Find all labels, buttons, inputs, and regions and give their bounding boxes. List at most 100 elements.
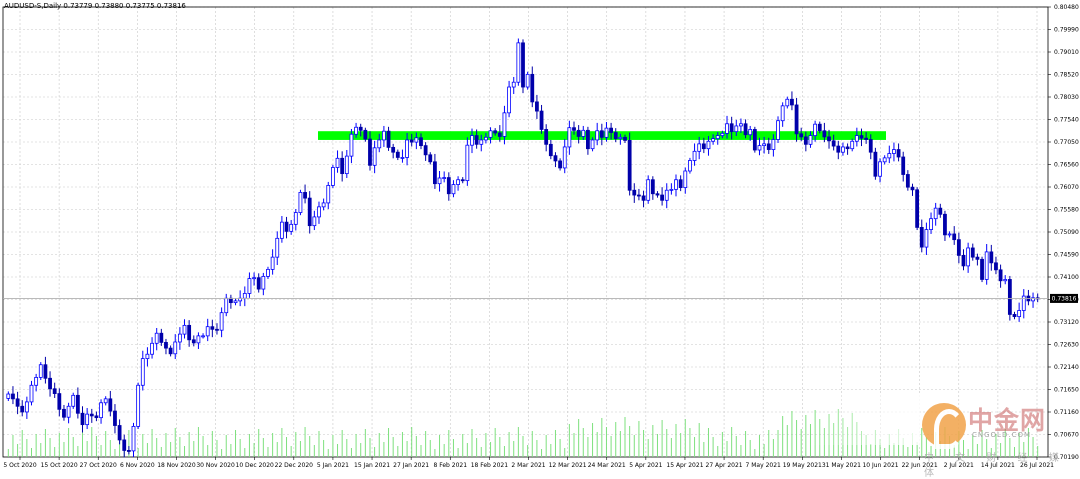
chart-area[interactable]: 0.80480 0.79990 0.79010 0.78520 0.78030 0.775… [0,0,1080,479]
candle-body [771,139,776,150]
candle-body [892,149,896,154]
candle-body [289,223,294,232]
candle-body [938,207,943,215]
candle-body [627,139,632,191]
candle-body [521,42,525,88]
candle-body [725,123,729,134]
candle-body [89,413,94,417]
candle-body [669,188,674,191]
x-tick-label: 15 Jan 2021 [354,462,390,469]
candle-body [62,408,66,418]
candle-body [715,135,720,140]
candle-body [210,326,215,330]
candle-body [451,184,456,195]
y-tick-label: 0.80480 [1054,4,1079,11]
candle-body [502,112,507,137]
candle-body [131,425,136,452]
watermark-site: CNGOLD.COM [972,431,1032,439]
x-tick-label: 18 Nov 2020 [157,462,196,469]
x-tick-label: 27 Oct 2020 [80,462,117,469]
candle-body [748,129,753,136]
candle-body [177,333,182,343]
candle-body [242,293,247,299]
candle-body [618,136,623,140]
candle-body [303,192,307,199]
candle-body [739,123,743,127]
candle-body [841,146,845,153]
candle-body [279,221,284,239]
x-tick-label: 24 Mar 2021 [588,462,626,469]
candle-body [961,254,966,267]
candle-body [349,133,354,157]
candle-body [919,227,924,248]
candle-body [71,394,76,407]
candle-body [998,269,1003,282]
x-tick-label: 18 Feb 2021 [471,462,509,469]
candle-body [465,144,470,182]
candle-body [794,104,799,135]
candle-body [228,297,233,304]
candle-body [372,147,377,166]
candle-body [442,177,447,179]
candle-body [623,136,627,141]
candle-body [548,143,553,157]
watermark: 中金网 CNGOLD.COM 中 文 财 经 媒 体 [810,395,1080,479]
candle-body [256,277,261,290]
candle-body [864,137,869,140]
candle-body [845,146,850,150]
candle-body [873,151,878,177]
candle-body [428,154,433,163]
candle-body [391,146,396,153]
x-tick-label: 27 Apr 2021 [706,462,743,469]
candle-body [126,450,131,452]
x-tick-label: 5 Apr 2021 [629,462,662,469]
candle-body [66,405,71,418]
candle-body [266,268,270,277]
candle-body [159,332,164,343]
candle-body [479,139,484,145]
candle-body [11,393,15,400]
candle-body [205,326,210,337]
candle-body [460,179,465,182]
candle-body [604,127,609,138]
candle-body [595,130,600,141]
candle-body [507,86,511,114]
candle-body [1012,314,1017,318]
candle-body [762,143,767,147]
y-tick-label: 0.78520 [1054,72,1079,79]
candle-body [581,129,586,137]
candle-body [358,126,363,131]
candle-body [599,130,604,138]
candle-body [326,185,331,204]
candle-body [905,174,910,188]
x-tick-label: 15 Apr 2021 [666,462,703,469]
candle-body [75,394,80,414]
candle-body [808,135,813,145]
candle-body [6,393,11,399]
candle-body [136,384,141,427]
symbol-header: AUDUSD-S,Daily 0.73779 0.73880 0.73775 0… [4,2,186,10]
candle-body [423,145,428,156]
y-tick-label: 0.79990 [1054,27,1079,34]
candle-body [368,138,372,166]
candle-body [878,161,882,177]
candle-body [970,247,975,258]
candle-body [586,129,590,150]
candle-body [122,439,127,451]
candle-body [660,194,665,201]
candle-body [994,262,998,271]
candle-body [539,110,544,130]
y-tick-label: 0.78030 [1054,94,1079,101]
candle-body [497,132,502,137]
candle-body [720,132,725,136]
candle-body [405,139,409,158]
candle-body [910,186,915,191]
candle-body [678,179,683,189]
candle-body [1007,279,1012,315]
candle-body [576,129,581,137]
candle-body [456,179,460,185]
candle-body [572,127,576,131]
candle-body [836,145,841,153]
candle-body [470,135,474,146]
candle-body [516,42,521,83]
